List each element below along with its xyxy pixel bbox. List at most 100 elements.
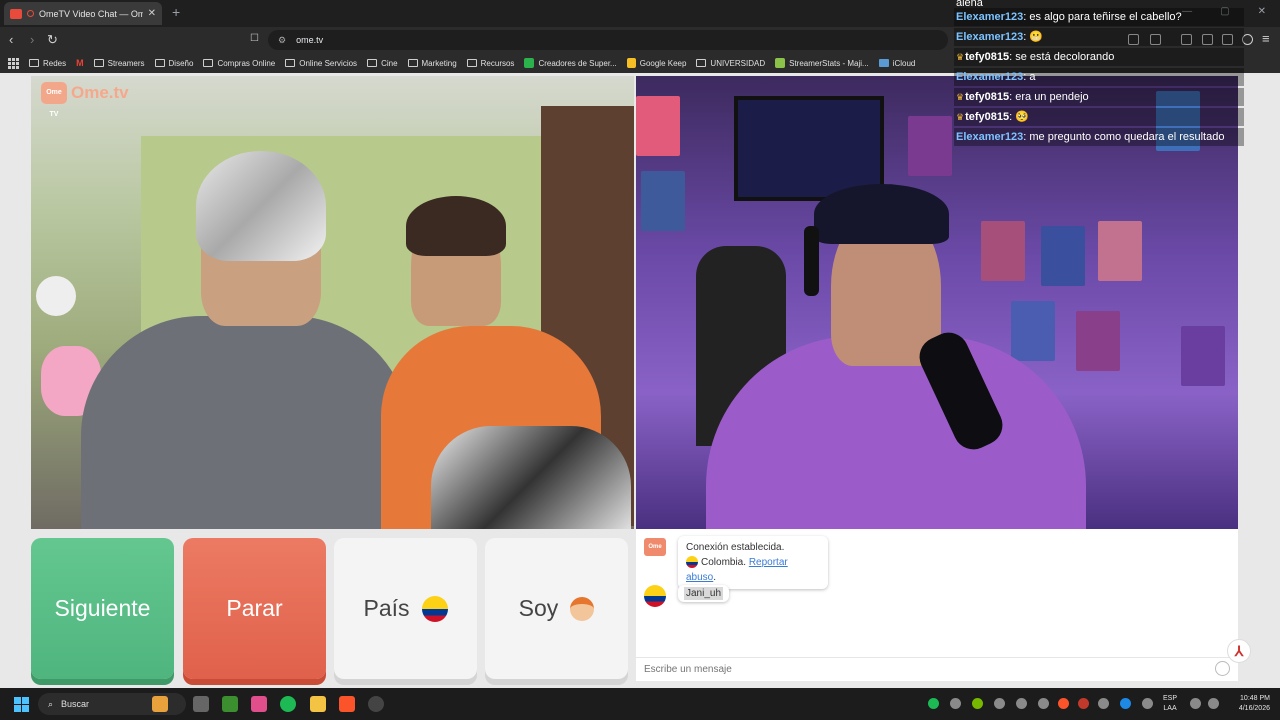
clock-date: 4/16/2026 (1238, 705, 1270, 712)
chat-message: ♛tefy0815: se está decolorando (954, 48, 1244, 66)
browser-tab[interactable]: OmeTV Video Chat — Omeg ✕ (4, 2, 162, 25)
bookmark-creadores[interactable]: Creadores de Super... (524, 58, 617, 68)
next-button-label: Siguiente (54, 595, 151, 621)
bookmark-diseno[interactable]: Diseño (154, 59, 193, 68)
tray-icon[interactable] (1038, 698, 1049, 709)
gender-button-label: Soy (518, 595, 559, 621)
poster-shape (1011, 301, 1055, 361)
bookmark-streamerstats[interactable]: StreamerStats - Maji... (775, 58, 869, 68)
apps-grid-icon[interactable] (8, 57, 19, 69)
reload-icon[interactable]: ↻ (47, 32, 58, 48)
colombia-flag-icon (686, 556, 698, 569)
next-button[interactable]: Siguiente (31, 538, 174, 679)
pdf-extension-icon[interactable]: ⅄ (1227, 639, 1251, 663)
tray-icon[interactable] (1078, 698, 1089, 709)
folder-icon (203, 59, 214, 67)
stop-button[interactable]: Parar (183, 538, 326, 679)
boy-icon (570, 596, 595, 621)
poster-shape (1181, 326, 1225, 386)
clock-time: 10:48 PM (1240, 695, 1270, 702)
ometv-logo-badge: Ome TV (41, 82, 67, 118)
gender-button[interactable]: Soy (485, 538, 628, 679)
bookmark-redes[interactable]: Redes (29, 59, 66, 68)
country-button[interactable]: País (334, 538, 477, 679)
bookmark-marketing[interactable]: Marketing (407, 59, 457, 68)
folder-icon (29, 59, 39, 67)
minecraft-icon[interactable] (222, 696, 238, 712)
bookmark-gmail[interactable]: M (76, 58, 84, 68)
microphone-icon[interactable] (1142, 698, 1153, 709)
headset-shape (804, 226, 819, 296)
close-window-icon[interactable]: ✕ (1258, 6, 1266, 17)
bookmark-page-icon[interactable]: ☐ (250, 33, 259, 44)
file-explorer-icon[interactable] (310, 696, 326, 712)
connection-text: Conexión establecida. (686, 542, 785, 553)
bookmark-online-servicios[interactable]: Online Servicios (285, 59, 357, 68)
volume-icon[interactable] (1208, 698, 1219, 709)
ometv-logo-text: Ome.tv (71, 83, 129, 102)
bookmark-icloud[interactable]: iCloud (878, 59, 915, 68)
bookmark-compras-online[interactable]: Compras Online (203, 59, 275, 68)
bookmark-streamers[interactable]: Streamers (93, 59, 145, 68)
bookmark-universidad[interactable]: UNIVERSIDAD (696, 59, 765, 68)
tray-icon[interactable] (1016, 698, 1027, 709)
poster-shape (641, 171, 685, 231)
folder-icon (154, 59, 165, 67)
country-button-label: País (363, 595, 410, 621)
bookmark-recursos[interactable]: Recursos (466, 59, 514, 68)
url-text: ome.tv (296, 35, 324, 45)
crown-icon: ♛ (956, 52, 965, 62)
obs-icon[interactable] (368, 696, 384, 712)
emoji-icon[interactable] (1215, 661, 1230, 676)
tab-title: OmeTV Video Chat — Omeg (39, 8, 143, 19)
forward-icon[interactable]: › (30, 32, 34, 47)
youtube-favicon-icon (10, 8, 22, 19)
country-name: Colombia. (701, 557, 747, 568)
link-icon (775, 58, 786, 68)
folder-icon (878, 59, 889, 67)
taskbar-clock[interactable]: 10:48 PM 4/16/2026 (1228, 694, 1270, 714)
dog-shape (431, 426, 631, 529)
tray-icon[interactable] (950, 698, 961, 709)
edge-icon[interactable] (1120, 698, 1131, 709)
country-line: Colombia. Reportar abuso. (686, 555, 820, 585)
spotify-icon[interactable] (280, 696, 296, 712)
brave-tray-icon[interactable] (1058, 698, 1069, 709)
windows-taskbar: ⌕ Buscar ESP LAA 10:48 PM 4/16/2026 (0, 688, 1280, 720)
system-message: Conexión establecida. Colombia. Reportar… (678, 536, 828, 589)
app-icon[interactable] (251, 696, 267, 712)
poster-shape (1041, 226, 1085, 286)
partner-video: Ome TV Ome.tv (31, 76, 634, 529)
folder-icon (285, 59, 296, 67)
search-icon: ⌕ (48, 698, 54, 709)
ometv-page: Ome TV Ome.tv Siguiente Parar País Soy O… (0, 73, 1280, 688)
task-view-icon[interactable] (193, 696, 209, 712)
site-settings-icon[interactable]: ⚙ (278, 35, 286, 46)
chat-message: ♛tefy0815: era un pendejo (954, 88, 1244, 106)
chat-message: ♛tefy0815: 🥺 (954, 108, 1244, 126)
poster-shape (1098, 221, 1142, 281)
tray-icon[interactable] (994, 698, 1005, 709)
windows-start-icon[interactable] (14, 697, 29, 712)
message-input[interactable] (636, 657, 1238, 681)
url-field[interactable]: ⚙ ome.tv (268, 30, 948, 50)
bookmark-cine[interactable]: Cine (367, 59, 398, 68)
new-tab-button[interactable]: + (172, 4, 180, 20)
chat-fragment: ajena (956, 0, 983, 6)
steam-icon[interactable] (1098, 698, 1109, 709)
chat-message: Elexamer123: me pregunto como quedara el… (954, 128, 1244, 146)
menu-icon[interactable]: ≡ (1262, 31, 1270, 46)
spotify-tray-icon[interactable] (928, 698, 939, 709)
nvidia-icon[interactable] (972, 698, 983, 709)
wifi-icon[interactable] (1190, 698, 1201, 709)
bookmark-google-keep[interactable]: Google Keep (626, 58, 686, 68)
back-icon[interactable]: ‹ (9, 32, 13, 47)
flowers-widget-icon[interactable] (152, 696, 168, 712)
ometv-logo[interactable]: Ome TV Ome.tv (41, 82, 129, 118)
close-tab-icon[interactable]: ✕ (148, 8, 156, 19)
link-icon (524, 58, 535, 68)
brave-icon[interactable] (339, 696, 355, 712)
foil-hair-shape (196, 151, 326, 261)
language-indicator[interactable]: ESP LAA (1163, 694, 1177, 714)
folder-icon (407, 59, 418, 67)
